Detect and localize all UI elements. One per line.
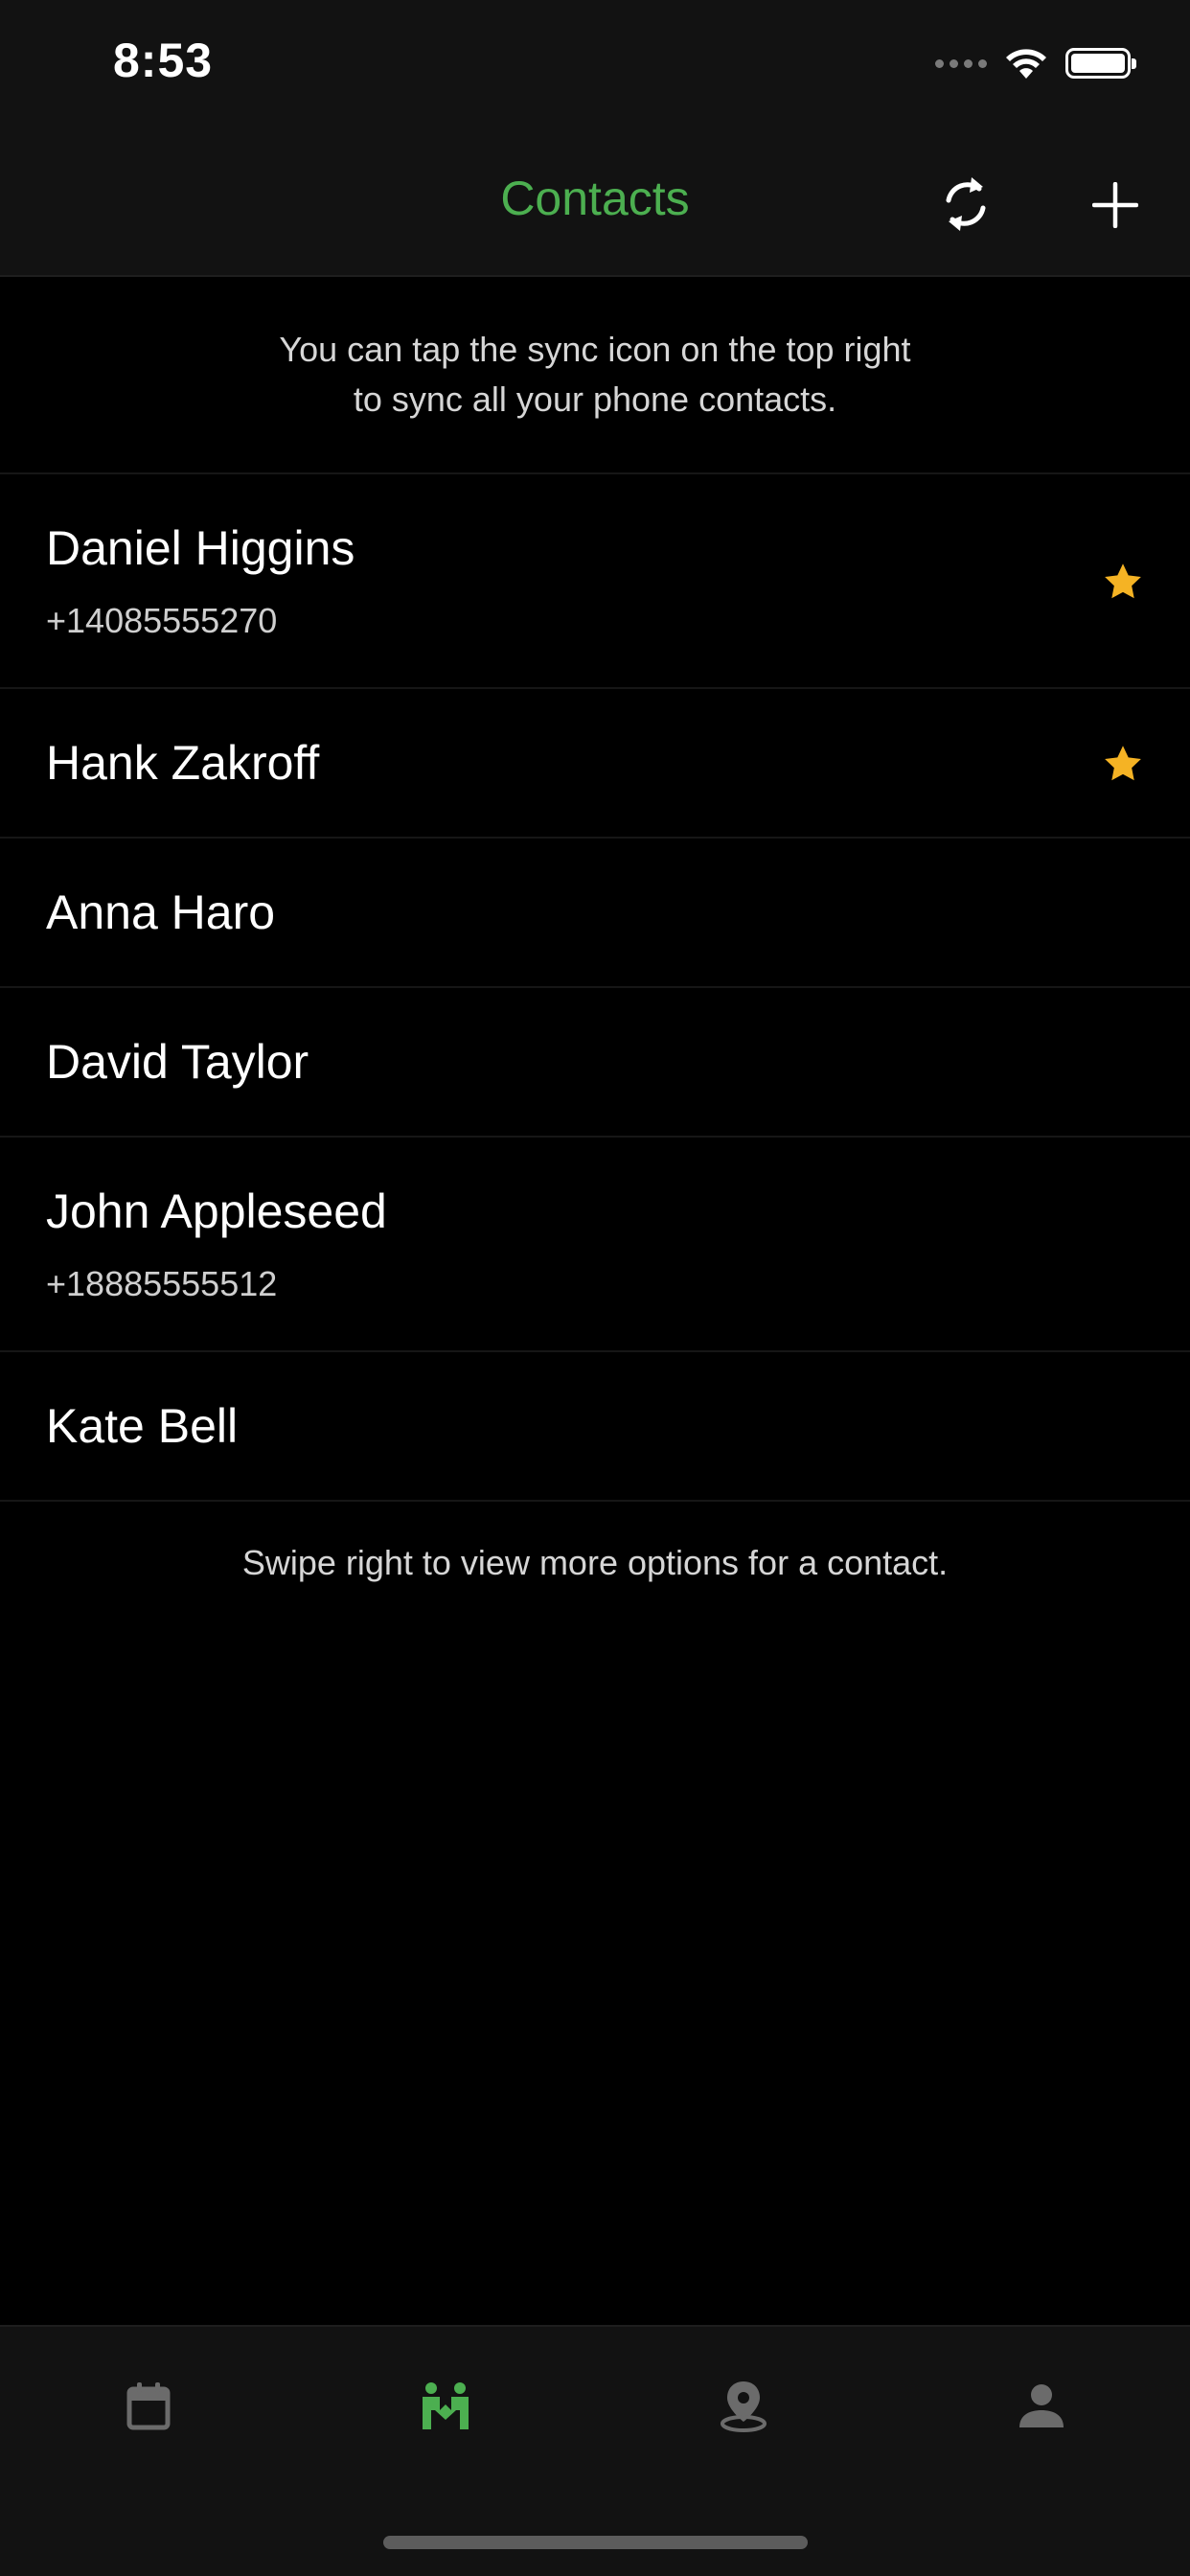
tab-contacts[interactable] [416, 2377, 475, 2436]
contact-row[interactable]: Hank Zakroff [0, 689, 1190, 839]
map-pin-icon [721, 2381, 767, 2432]
status-time: 8:53 [113, 34, 214, 87]
contact-name: Hank Zakroff [46, 736, 320, 790]
contact-name: John Appleseed [46, 1184, 387, 1238]
contact-name: David Taylor [46, 1035, 309, 1089]
navigation-bar: Contacts [0, 134, 1190, 277]
status-bar: 8:53 [0, 0, 1190, 134]
status-indicators [935, 42, 1136, 84]
contact-row[interactable]: Kate Bell [0, 1352, 1190, 1502]
favorite-star-icon [1105, 746, 1141, 781]
plus-icon [1092, 182, 1138, 228]
favorite-star-icon [1105, 564, 1141, 599]
contact-name: Anna Haro [46, 886, 276, 939]
contact-row[interactable]: Anna Haro [0, 839, 1190, 988]
contact-name: Kate Bell [46, 1399, 239, 1453]
contact-row[interactable]: Daniel Higgins +14085555270 [0, 474, 1190, 689]
contact-name: Daniel Higgins [46, 521, 355, 575]
contacts-screen: 8:53 Contacts You can tap the sync icon … [0, 0, 1190, 2576]
home-indicator[interactable] [383, 2536, 808, 2549]
swipe-hint: Swipe right to view more options for a c… [241, 1543, 949, 1582]
page-title: Contacts [500, 172, 690, 225]
people-icon [423, 2382, 469, 2429]
sync-hint-line-1: You can tap the sync icon on the top rig… [279, 330, 911, 369]
sync-hint: You can tap the sync icon on the top rig… [0, 277, 1190, 474]
wifi-icon [1006, 49, 1046, 79]
profile-icon [1019, 2384, 1064, 2427]
contact-phone: +14085555270 [46, 601, 278, 640]
sync-hint-line-2: to sync all your phone contacts. [353, 380, 837, 419]
contact-row[interactable]: John Appleseed +18885555512 [0, 1138, 1190, 1352]
contact-row[interactable]: David Taylor [0, 988, 1190, 1138]
tab-profile[interactable] [1012, 2377, 1071, 2436]
sync-icon [946, 177, 986, 231]
sync-button[interactable] [937, 171, 995, 238]
cellular-signal-icon [935, 58, 987, 68]
contact-list: Daniel Higgins +14085555270 Hank Zakroff… [0, 474, 1190, 1502]
tab-calendar[interactable] [119, 2377, 178, 2436]
contact-phone: +18885555512 [46, 1264, 278, 1303]
add-contact-button[interactable] [1087, 172, 1144, 238]
tab-map[interactable] [714, 2377, 773, 2436]
battery-icon [1065, 48, 1136, 79]
calendar-icon [126, 2382, 171, 2430]
